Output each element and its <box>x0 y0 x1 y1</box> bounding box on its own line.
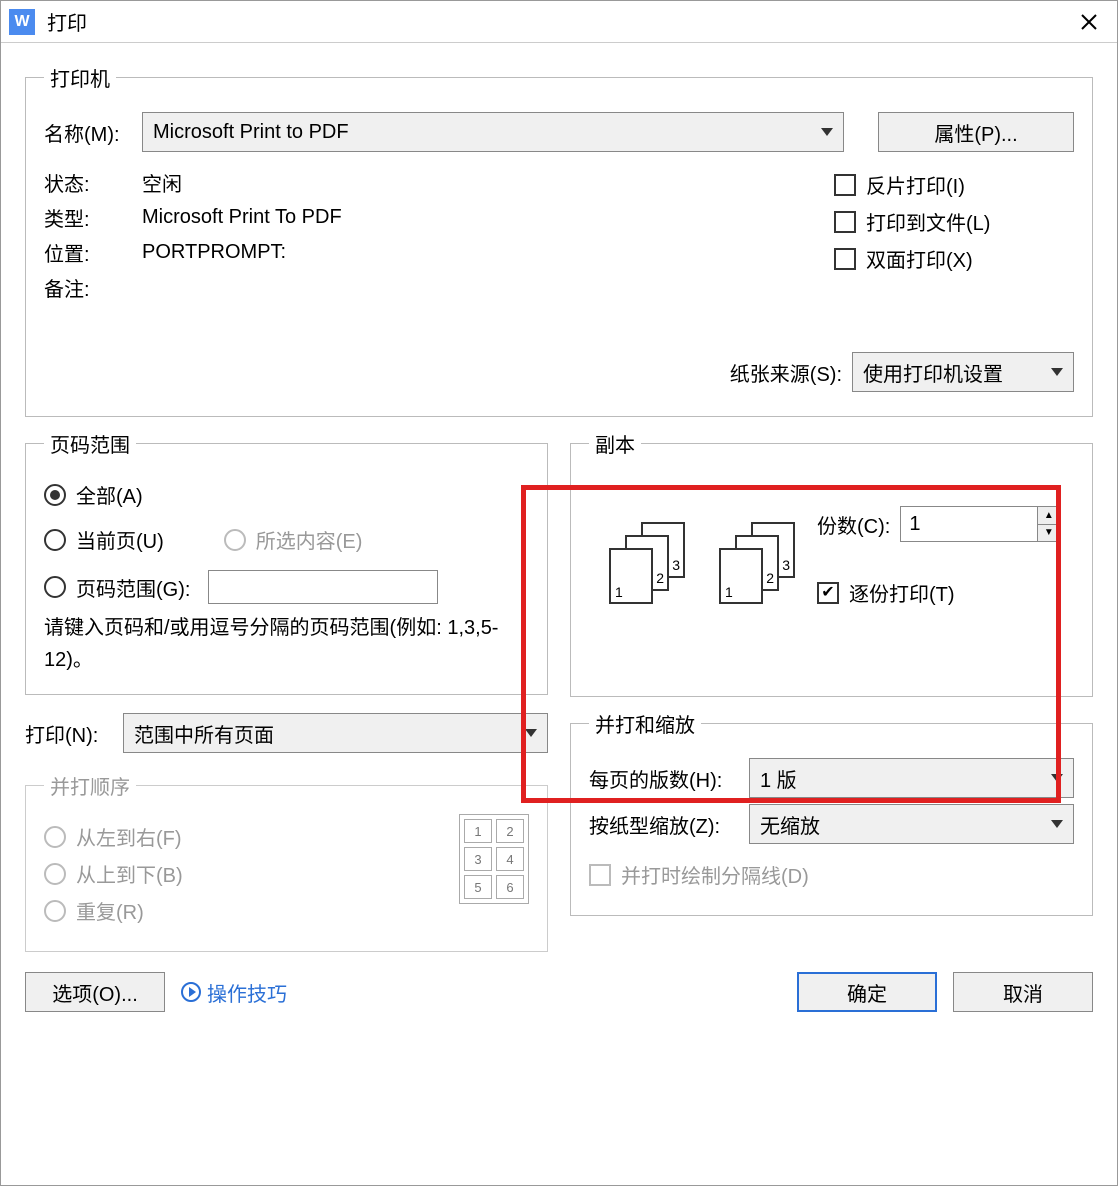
order-tb-radio: 从上到下(B) <box>44 859 183 888</box>
copies-count-spinbox[interactable]: 1 ▲ ▼ <box>900 506 1060 542</box>
copies-legend: 副本 <box>589 429 641 458</box>
print-to-file-checkbox[interactable]: 打印到文件(L) <box>834 207 1074 236</box>
tips-link[interactable]: 操作技巧 <box>181 978 287 1007</box>
cancel-button[interactable]: 取消 <box>953 972 1093 1012</box>
print-what-label: 打印(N): <box>25 719 113 748</box>
type-label: 类型: <box>44 203 132 232</box>
options-button[interactable]: 选项(O)... <box>25 972 165 1012</box>
pages-input[interactable] <box>208 570 438 604</box>
range-pages-radio[interactable]: 页码范围(G): <box>44 570 529 604</box>
chevron-down-icon <box>1051 368 1063 376</box>
paper-source-dropdown[interactable]: 使用打印机设置 <box>852 352 1074 392</box>
collate-checkbox[interactable]: ✔逐份打印(T) <box>817 578 1060 607</box>
print-what-dropdown[interactable]: 范围中所有页面 <box>123 713 548 753</box>
range-all-radio[interactable]: 全部(A) <box>44 480 529 509</box>
name-label: 名称(M): <box>44 118 132 147</box>
mirror-checkbox[interactable]: 反片打印(I) <box>834 170 1074 199</box>
comment-label: 备注: <box>44 273 132 302</box>
properties-button[interactable]: 属性(P)... <box>878 112 1074 152</box>
chevron-down-icon <box>525 729 537 737</box>
range-selection-radio: 所选内容(E) <box>224 525 363 554</box>
printer-group: 打印机 名称(M): Microsoft Print to PDF 属性(P).… <box>25 63 1093 417</box>
chevron-down-icon <box>821 128 833 136</box>
pages-per-sheet-dropdown[interactable]: 1 版 <box>749 758 1074 798</box>
app-icon: W <box>9 9 35 35</box>
print-order-legend: 并打顺序 <box>44 771 136 800</box>
ok-button[interactable]: 确定 <box>797 972 937 1012</box>
titlebar: W 打印 <box>1 1 1117 43</box>
print-dialog: W 打印 打印机 名称(M): Microsoft Print to PDF 属… <box>0 0 1118 1186</box>
close-button[interactable] <box>1069 2 1109 42</box>
status-value: 空闲 <box>142 168 182 197</box>
scale-to-paper-label: 按纸型缩放(Z): <box>589 810 739 839</box>
printer-name-dropdown[interactable]: Microsoft Print to PDF <box>142 112 844 152</box>
chevron-down-icon <box>1051 774 1063 782</box>
print-order-group: 并打顺序 从左到右(F) 从上到下(B) 重复(R) 12 34 56 <box>25 771 548 952</box>
dialog-title: 打印 <box>47 7 1069 36</box>
type-value: Microsoft Print To PDF <box>142 206 342 229</box>
copies-count-label: 份数(C): <box>817 510 890 539</box>
zoom-group: 并打和缩放 每页的版数(H): 1 版 按纸型缩放(Z): 无缩放 <box>570 709 1093 916</box>
copies-group: 副本 3 2 1 3 2 1 <box>570 429 1093 697</box>
pages-per-sheet-label: 每页的版数(H): <box>589 764 739 793</box>
range-hint: 请键入页码和/或用逗号分隔的页码范围(例如: 1,3,5-12)。 <box>44 612 529 676</box>
zoom-legend: 并打和缩放 <box>589 709 701 738</box>
page-range-legend: 页码范围 <box>44 429 136 458</box>
duplex-checkbox[interactable]: 双面打印(X) <box>834 244 1074 273</box>
scale-to-paper-dropdown[interactable]: 无缩放 <box>749 804 1074 844</box>
printer-legend: 打印机 <box>44 63 116 92</box>
chevron-down-icon <box>1051 820 1063 828</box>
close-icon <box>1080 13 1098 31</box>
page-range-group: 页码范围 全部(A) 当前页(U) 所选内容(E) 页码范围(G): 请键入页码… <box>25 429 548 695</box>
order-preview: 12 34 56 <box>459 814 529 904</box>
play-icon <box>181 982 201 1002</box>
draw-separator-checkbox: 并打时绘制分隔线(D) <box>589 860 1074 889</box>
status-label: 状态: <box>44 168 132 197</box>
paper-source-label: 纸张来源(S): <box>730 358 842 387</box>
order-lr-radio: 从左到右(F) <box>44 822 183 851</box>
order-repeat-radio: 重复(R) <box>44 896 183 925</box>
where-label: 位置: <box>44 238 132 267</box>
where-value: PORTPROMPT: <box>142 241 286 264</box>
range-current-radio[interactable]: 当前页(U) <box>44 525 164 554</box>
collate-illustration: 3 2 1 3 2 1 <box>609 522 797 610</box>
spin-up-icon[interactable]: ▲ <box>1038 507 1059 525</box>
spin-down-icon[interactable]: ▼ <box>1038 525 1059 542</box>
